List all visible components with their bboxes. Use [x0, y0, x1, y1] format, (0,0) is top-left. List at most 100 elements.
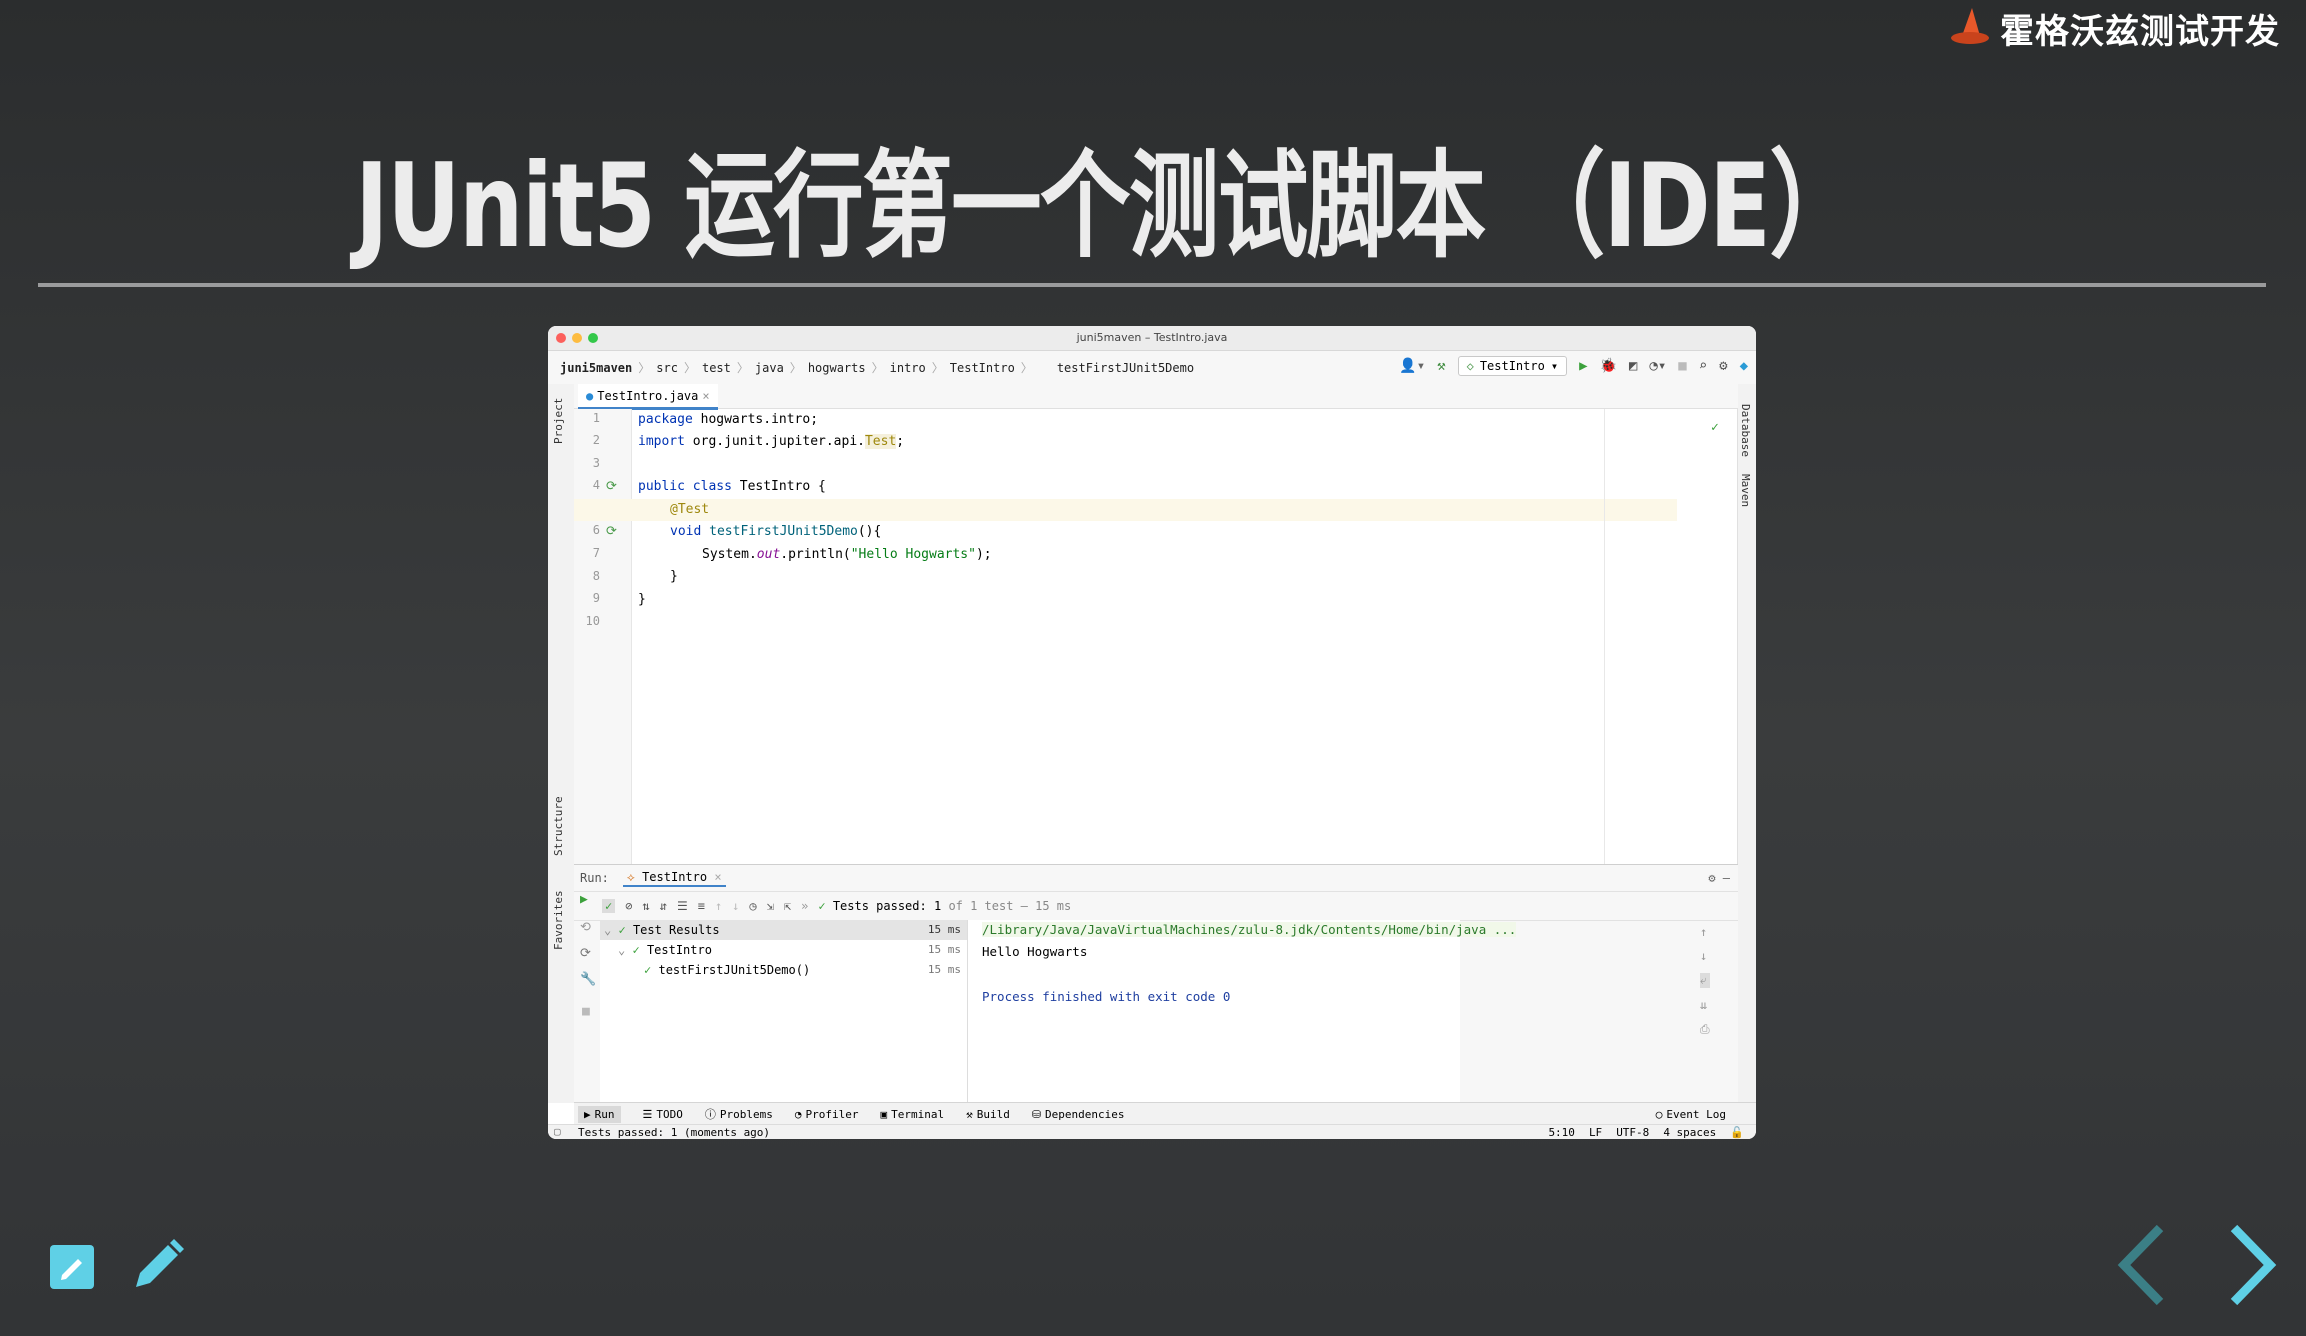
sort-alpha-icon[interactable]: ⇅: [642, 899, 649, 913]
close-tab-icon[interactable]: ×: [702, 389, 709, 403]
code-line-6: void testFirstJUnit5Demo(){: [670, 524, 882, 539]
import-tests-icon[interactable]: ⇲: [767, 899, 774, 913]
tool-tab-run[interactable]: ▶ Run: [578, 1105, 621, 1123]
project-tool-tab[interactable]: Project: [552, 398, 565, 444]
tool-tab-profiler[interactable]: ◔ Profiler: [795, 1108, 859, 1121]
breadcrumb-hogwarts[interactable]: hogwarts: [808, 361, 866, 375]
editor-gutter: 1 2 3 4 5 6 7 8 9 10 ⟳ ⟳: [574, 409, 632, 864]
indent-setting[interactable]: 4 spaces: [1663, 1126, 1716, 1139]
run-test-gutter-icon[interactable]: ⟳: [606, 479, 617, 494]
profile-icon[interactable]: ◔▾: [1649, 359, 1666, 373]
panel-settings-icon[interactable]: ⚙ —: [1708, 871, 1730, 885]
hammer-build-icon[interactable]: ⚒: [1437, 359, 1445, 373]
current-line-highlight: [574, 499, 1677, 521]
line-number: 7: [592, 546, 600, 560]
maven-tool-tab[interactable]: Maven: [1739, 474, 1752, 507]
gear-icon[interactable]: ⚙: [1719, 359, 1727, 373]
next-failed-icon[interactable]: ↓: [732, 899, 739, 913]
prev-failed-icon[interactable]: ↑: [715, 899, 722, 913]
coverage-icon[interactable]: ◩: [1629, 359, 1637, 373]
line-number: 6: [592, 523, 600, 537]
breadcrumb-intro[interactable]: intro: [890, 361, 926, 375]
stop-icon[interactable]: ■: [1678, 359, 1686, 373]
toggle-auto-test-icon[interactable]: ⟳: [580, 946, 591, 961]
test-results-tree: ⌄ ✓ Test Results 15 ms ⌄ ✓ TestIntro 15 ms…: [600, 920, 968, 1104]
toggle-tool-windows-icon[interactable]: ▢: [554, 1125, 561, 1138]
status-bar: ▢ Tests passed: 1 (moments ago) 5:10 LF …: [548, 1124, 1756, 1139]
breadcrumb-method[interactable]: testFirstJUnit5Demo: [1057, 361, 1194, 375]
tree-row[interactable]: ⌄ ✓ Test Results 15 ms: [600, 920, 967, 940]
show-passed-icon[interactable]: ✓: [602, 899, 616, 913]
tool-tab-build[interactable]: ⚒ Build: [966, 1108, 1010, 1121]
code-line-9: }: [638, 592, 646, 607]
tool-tab-event-log[interactable]: ◯ Event Log: [1656, 1108, 1726, 1121]
user-icon[interactable]: 👤▾: [1399, 359, 1425, 373]
run-tab[interactable]: ⟡ TestIntro ×: [622, 869, 726, 887]
run-test-gutter-icon[interactable]: ⟳: [606, 524, 617, 539]
caret-position[interactable]: 5:10: [1548, 1126, 1575, 1139]
export-tests-icon[interactable]: ⇱: [784, 899, 791, 913]
line-number: 3: [592, 456, 600, 470]
left-tool-strip: Project Structure Favorites: [548, 384, 575, 1103]
scroll-down-icon[interactable]: ↓: [1700, 949, 1710, 963]
rerun-failed-icon[interactable]: ⟲: [580, 920, 591, 935]
print-icon[interactable]: ⎙: [1700, 1022, 1710, 1037]
scroll-to-end-icon[interactable]: ⇊: [1700, 998, 1710, 1012]
soft-wrap-icon[interactable]: ⤶: [1700, 973, 1710, 988]
tool-tab-dependencies[interactable]: ⛁ Dependencies: [1032, 1108, 1125, 1121]
close-tab-icon[interactable]: ×: [714, 870, 721, 884]
scroll-up-icon[interactable]: ↑: [1700, 925, 1710, 939]
expand-all-icon[interactable]: ☰: [677, 899, 688, 913]
test-history-icon[interactable]: ◷: [749, 899, 756, 913]
tree-row[interactable]: ✓ testFirstJUnit5Demo() 15 ms: [600, 960, 967, 980]
debug-icon[interactable]: 🐞: [1600, 359, 1617, 373]
collapse-all-icon[interactable]: ≡: [698, 899, 705, 913]
run-console[interactable]: /Library/Java/JavaVirtualMachines/zulu-8…: [968, 920, 1517, 1104]
run-config-select[interactable]: ◇ TestIntro ▾: [1457, 356, 1568, 376]
code-editor[interactable]: package hogwarts.intro; import org.junit…: [574, 409, 1677, 864]
show-ignored-icon[interactable]: ⊘: [625, 899, 632, 913]
run-tab-label: TestIntro: [642, 869, 708, 884]
tool-tab-problems[interactable]: ⓘ Problems: [705, 1106, 773, 1122]
tree-row[interactable]: ⌄ ✓ TestIntro 15 ms: [600, 940, 967, 960]
breadcrumb-test[interactable]: test: [702, 361, 731, 375]
search-icon[interactable]: ⌕: [1699, 359, 1707, 373]
pencil-icon[interactable]: [128, 1235, 188, 1295]
line-number: 9: [592, 591, 600, 605]
wrench-icon[interactable]: 🔧: [580, 972, 596, 987]
database-tool-tab[interactable]: Database: [1739, 404, 1752, 457]
breadcrumb-java[interactable]: java: [755, 361, 784, 375]
file-tab-testintro[interactable]: ● TestIntro.java ×: [578, 384, 718, 410]
edit-slide-icon[interactable]: [50, 1245, 94, 1289]
code-line-8: }: [670, 569, 678, 584]
line-number: 1: [592, 411, 600, 425]
line-separator[interactable]: LF: [1589, 1126, 1602, 1139]
tool-tab-todo[interactable]: ☰ TODO: [643, 1108, 683, 1121]
run-config-label: TestIntro: [1479, 359, 1545, 373]
code-line-7: System.out.println("Hello Hogwarts");: [702, 547, 992, 562]
rerun-icon[interactable]: ▶: [580, 892, 588, 907]
tool-tab-terminal[interactable]: ▣ Terminal: [880, 1108, 944, 1121]
breadcrumb-class[interactable]: TestIntro: [950, 361, 1015, 375]
editor-tabs: ● TestIntro.java ×: [574, 384, 1738, 410]
favorites-tool-tab[interactable]: Favorites: [552, 890, 565, 950]
more-icon[interactable]: »: [801, 899, 808, 913]
inspection-ok-icon[interactable]: ✓: [1711, 420, 1719, 435]
next-slide-icon[interactable]: [2222, 1220, 2282, 1310]
breadcrumb-project[interactable]: juni5maven: [560, 361, 632, 375]
previous-slide-icon[interactable]: [2112, 1220, 2172, 1310]
file-encoding[interactable]: UTF-8: [1616, 1126, 1649, 1139]
stop-icon[interactable]: ■: [582, 1004, 590, 1019]
event-log-icon: ◯: [1655, 1107, 1663, 1121]
sort-duration-icon[interactable]: ⇵: [660, 899, 667, 913]
test-run-icon: ⟡: [626, 869, 635, 884]
run-icon[interactable]: ▶: [1579, 359, 1587, 373]
structure-tool-tab[interactable]: Structure: [552, 796, 565, 856]
code-line-5: @Test: [670, 502, 710, 517]
plugin-icon[interactable]: ◆: [1740, 359, 1748, 373]
lock-icon[interactable]: 🔓: [1730, 1126, 1744, 1139]
run-panel: Run: ⟡ TestIntro × ⚙ — ✓ ⊘ ⇅ ⇵ ☰ ≡ ↑ ↓ ◷…: [574, 864, 1738, 1104]
breadcrumb-src[interactable]: src: [656, 361, 678, 375]
run-side-buttons: ▶ ⟲ ⟳ 🔧 ■: [574, 892, 600, 1104]
profiler-icon: ◔: [794, 1107, 802, 1121]
